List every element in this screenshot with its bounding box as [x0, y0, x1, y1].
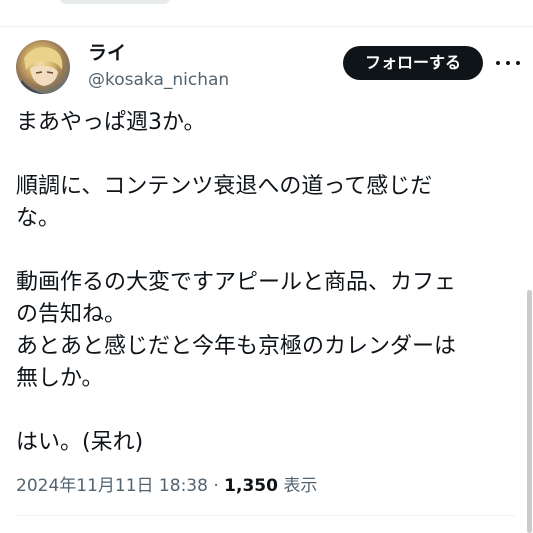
- tweet-line: [16, 395, 506, 427]
- tweet-line: な。: [16, 206, 61, 231]
- divider: [16, 515, 516, 516]
- user-handle[interactable]: @kosaka_nichan: [88, 69, 229, 91]
- display-name[interactable]: ライ: [88, 42, 126, 64]
- tweet-line: 順調に、コンテンツ衰退への道って感じだ: [16, 174, 433, 199]
- tweet-line: はい。(呆れ): [16, 430, 144, 455]
- view-count: 1,350: [224, 476, 278, 496]
- scrollbar[interactable]: [527, 290, 532, 533]
- previous-post-edge: [0, 0, 533, 27]
- tweet-line: [16, 235, 506, 267]
- tweet-line: あとあと感じだと今年も京極のカレンダーは: [16, 334, 457, 359]
- tweet-line: 無しか。: [16, 366, 104, 391]
- tweet-text: まあやっぱ週3か。 順調に、コンテンツ衰退への道って感じだ な。 動画作るの大変…: [16, 107, 506, 459]
- tweet-line: の告知ね。: [16, 302, 127, 327]
- timestamp-link[interactable]: 2024年11月11日 18:38: [16, 476, 208, 496]
- follow-button[interactable]: フォローする: [343, 46, 483, 80]
- tweet-meta: 2024年11月11日 18:38 · 1,350 表示: [16, 474, 317, 498]
- tweet-line: 動画作るの大変ですアピールと商品、カフェ: [16, 270, 457, 295]
- view-label: 表示: [283, 476, 318, 496]
- avatar-illustration: [16, 47, 63, 94]
- tweet-line: [16, 139, 506, 171]
- previous-post-fragment: [60, 0, 170, 4]
- meta-separator: ·: [207, 476, 225, 496]
- more-options-icon[interactable]: [496, 53, 520, 73]
- tweet-line: まあやっぱ週3か。: [16, 110, 206, 135]
- avatar[interactable]: [16, 40, 70, 94]
